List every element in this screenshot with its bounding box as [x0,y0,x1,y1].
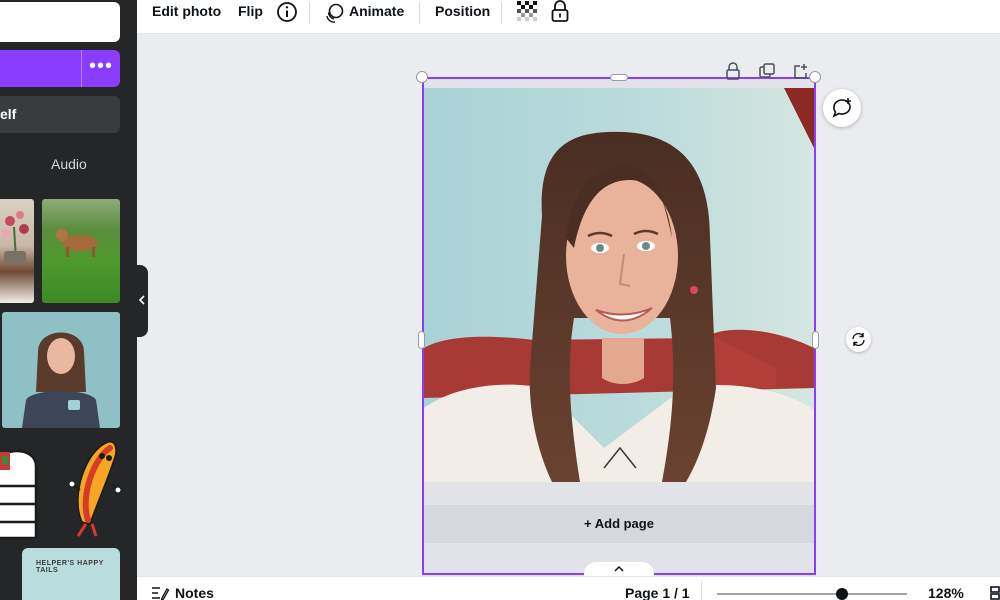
lock-page-icon[interactable] [724,62,742,80]
info-icon[interactable] [276,1,298,23]
notes-icon[interactable] [151,585,169,600]
upload-files-button[interactable]: ••• [0,50,120,87]
selected-photo[interactable] [424,88,814,482]
more-options-button[interactable]: ••• [82,50,120,87]
top-toolbar: Edit photo Flip Animate Position [137,0,1000,34]
portrait-photo [424,88,814,482]
edit-photo-button[interactable]: Edit photo [152,3,221,19]
flip-button[interactable]: Flip [238,3,263,19]
side-panel: ••• elf Audio HELPER'S HAPPY TAILS [0,0,137,600]
add-comment-button[interactable] [823,89,861,127]
toolbar-divider [501,2,502,24]
upload-thumbnail-flowers[interactable] [0,199,34,303]
upload-thumbnail-hotdog-sticker[interactable] [56,436,126,540]
toolbar-divider [309,2,310,24]
resize-handle-right[interactable] [812,331,819,349]
transparency-icon[interactable] [517,1,537,21]
collapse-panel-button[interactable] [136,265,148,337]
lock-icon[interactable] [550,0,570,22]
upload-thumbnail-window-graphic[interactable] [0,440,42,540]
rotate-icon [852,332,865,347]
portrait-image [22,332,100,428]
page-indicator[interactable]: Page 1 / 1 [625,585,690,600]
duplicate-page-icon[interactable] [758,62,776,80]
rotate-button[interactable] [846,327,871,352]
record-yourself-label: elf [0,106,17,122]
record-yourself-button[interactable]: elf [0,96,120,133]
resize-handle-top[interactable] [610,74,628,81]
resize-handle-top-right[interactable] [809,71,821,83]
window-graphic [0,449,38,540]
position-button[interactable]: Position [435,3,490,19]
animate-icon[interactable] [323,2,345,24]
bottom-bar: Notes Page 1 / 1 128% [137,576,1000,600]
upload-thumbnail-dog[interactable] [42,199,120,303]
search-input[interactable] [0,2,120,42]
animate-button[interactable]: Animate [349,3,404,19]
upload-thumbnail-logo[interactable]: HELPER'S HAPPY TAILS [22,548,120,600]
notes-button[interactable]: Notes [175,585,214,600]
zoom-level[interactable]: 128% [928,585,964,600]
add-page-button[interactable]: + Add page [424,505,814,543]
logo-text: HELPER'S HAPPY TAILS [36,560,104,574]
add-page-icon[interactable] [792,62,810,80]
dog-image [56,229,98,257]
grid-view-icon[interactable] [990,586,1000,600]
resize-handle-top-left[interactable] [416,71,428,83]
zoom-slider[interactable] [717,588,907,600]
chevron-left-icon [138,295,145,305]
flowers-image [2,211,29,265]
hotdog-sticker [68,441,122,537]
resize-handle-left[interactable] [418,331,425,349]
toolbar-divider [419,2,420,24]
comment-plus-icon [832,98,851,118]
upload-thumbnail-portrait[interactable] [2,312,120,428]
zoom-slider-knob[interactable] [836,588,849,600]
bottom-divider [701,581,702,600]
tab-audio[interactable]: Audio [51,156,87,172]
